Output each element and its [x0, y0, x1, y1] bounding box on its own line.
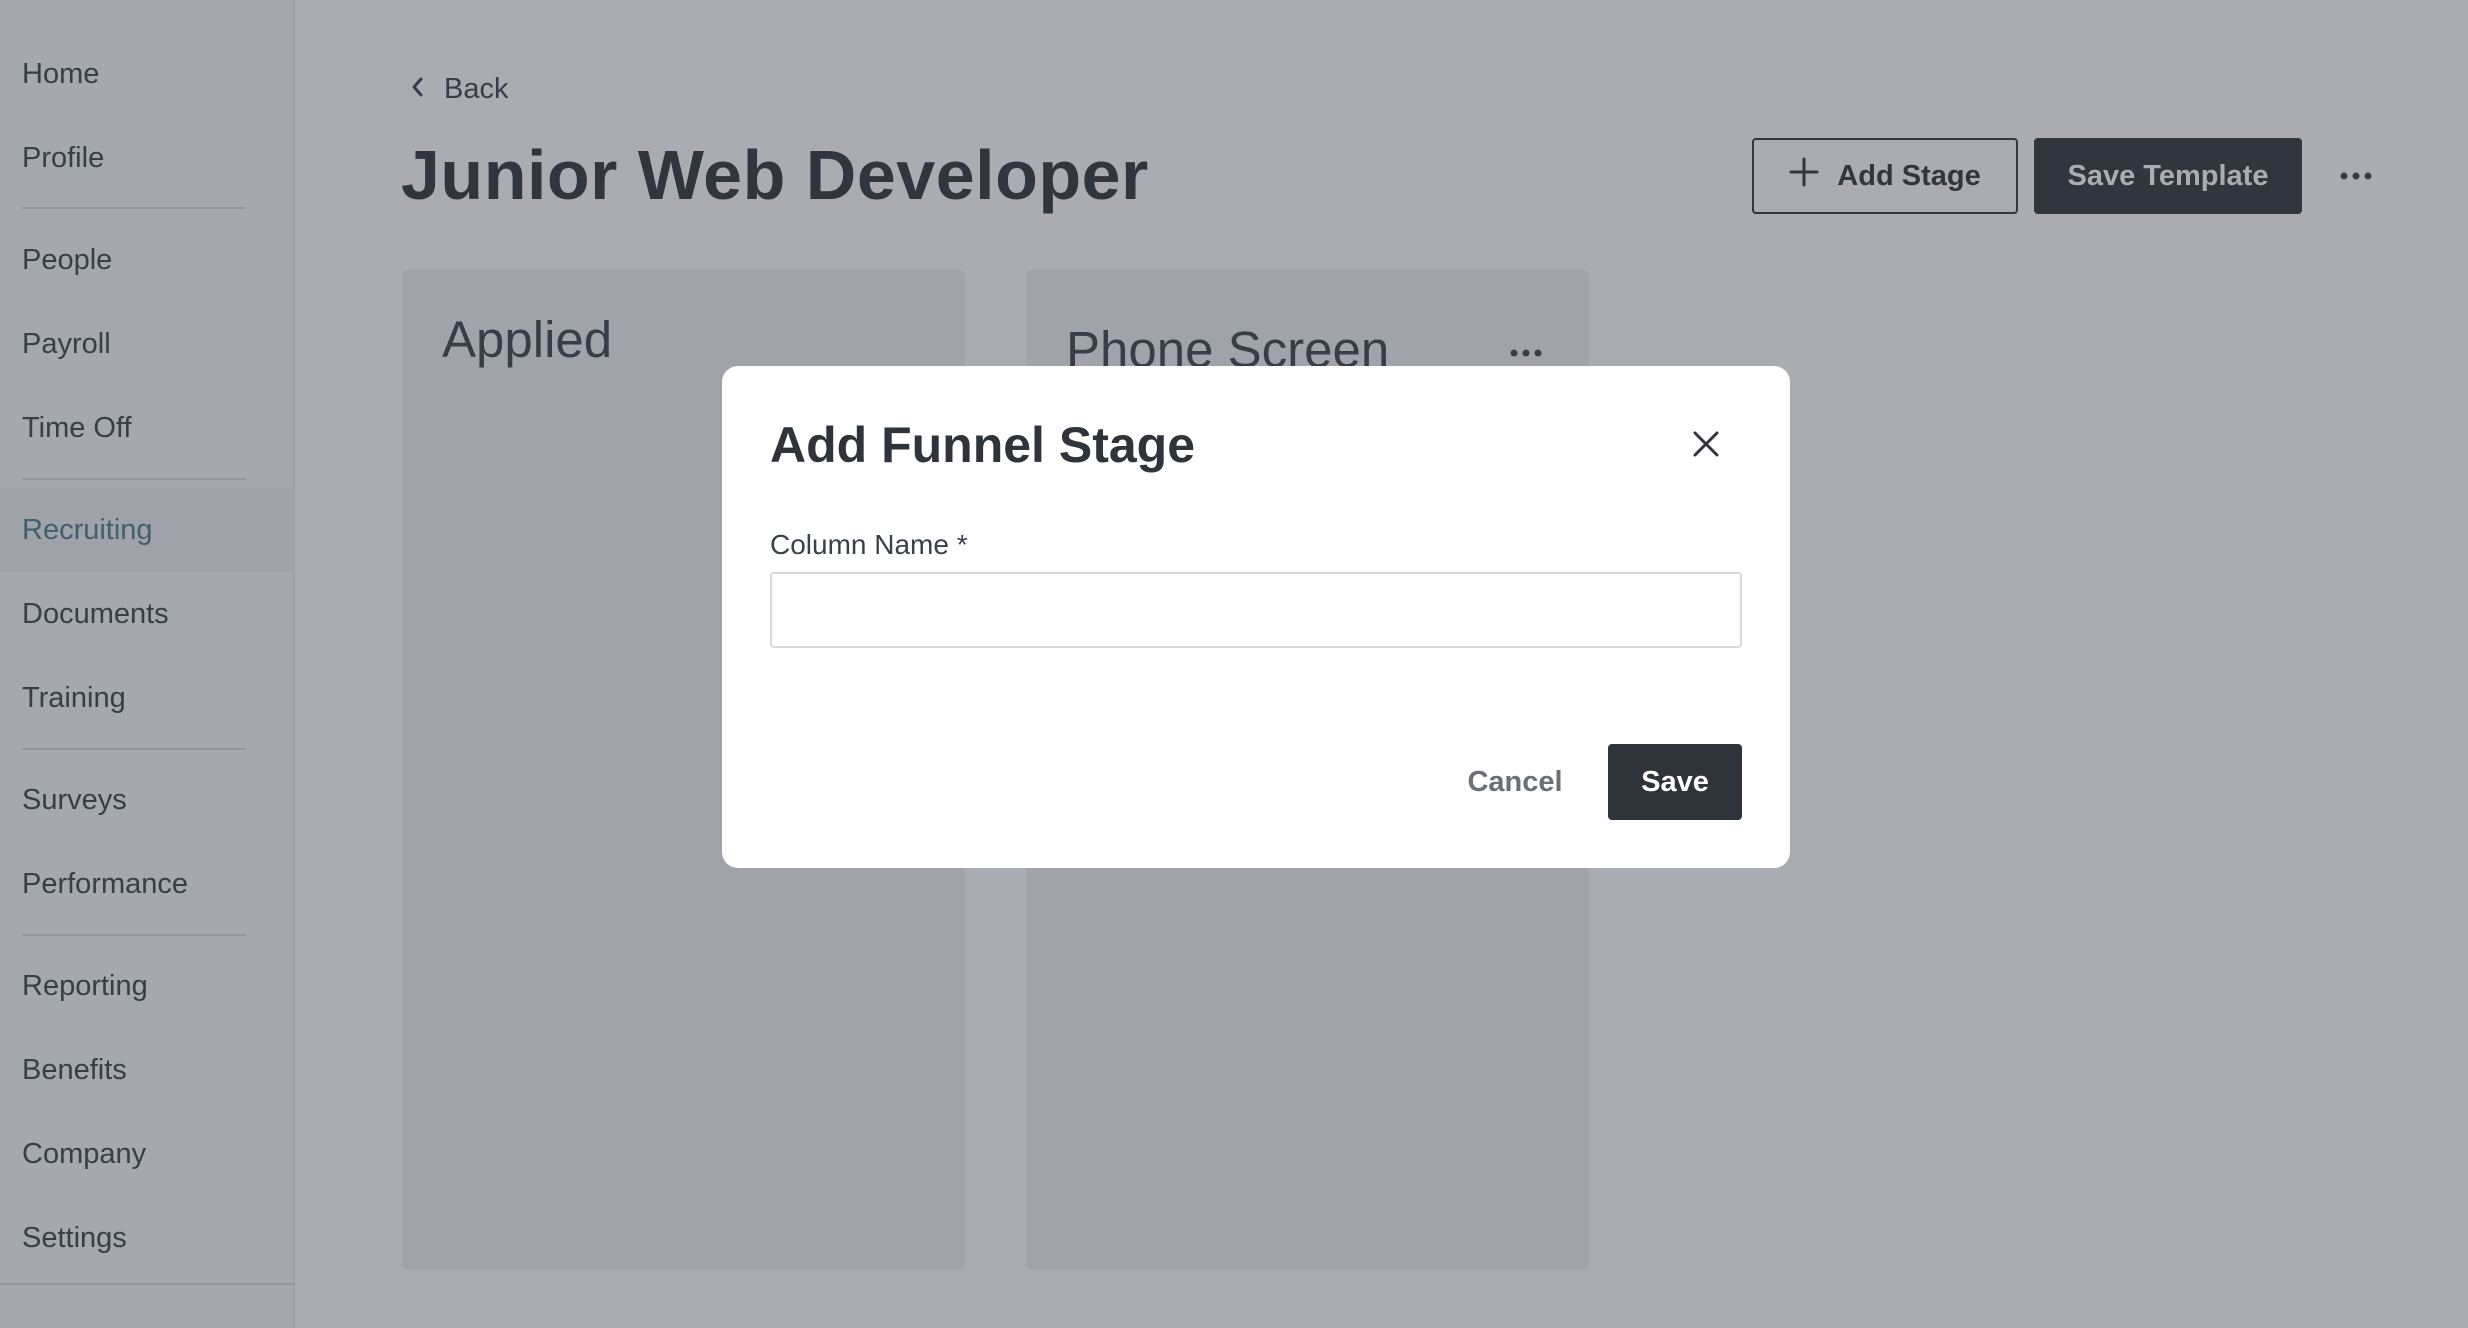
close-icon[interactable]: [1684, 422, 1728, 466]
add-funnel-stage-modal: Add Funnel Stage Column Name * Cancel Sa…: [722, 366, 1790, 868]
app-root: Home Profile People Payroll Time Off Rec…: [0, 0, 2468, 1328]
cancel-label: Cancel: [1467, 765, 1563, 798]
save-label: Save: [1641, 765, 1709, 798]
cancel-button[interactable]: Cancel: [1440, 744, 1590, 820]
column-name-input[interactable]: [770, 572, 1742, 648]
modal-title: Add Funnel Stage: [770, 417, 1195, 473]
column-name-label: Column Name *: [770, 529, 968, 560]
save-button[interactable]: Save: [1608, 744, 1742, 820]
